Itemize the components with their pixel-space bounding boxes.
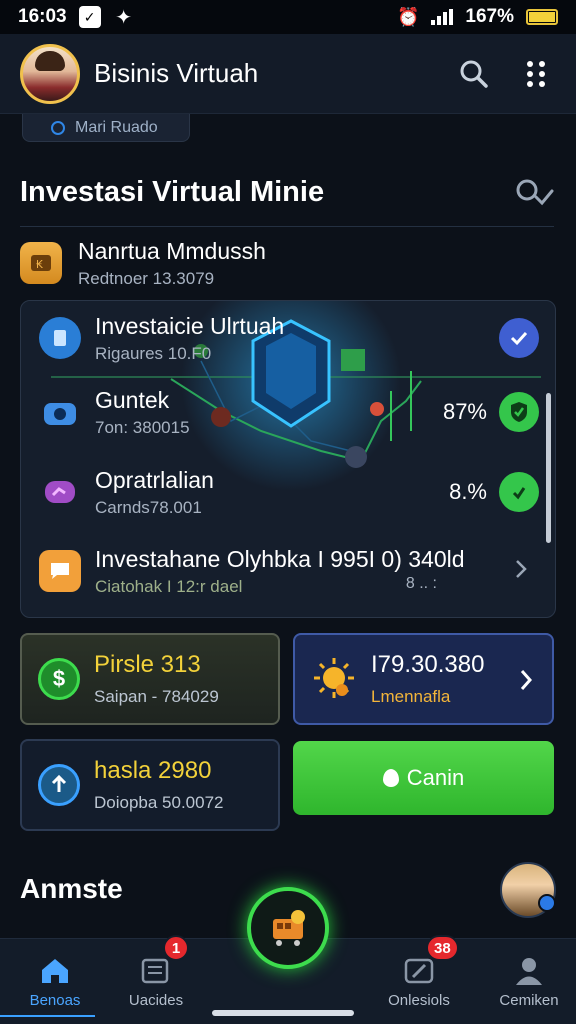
cash-in-button[interactable]: Canin <box>293 741 554 815</box>
card-title: I79.30.380 <box>371 651 485 678</box>
cash-in-label: Canin <box>406 765 465 790</box>
app-title: Bisinis Virtuah <box>94 58 259 88</box>
filter-chip-label: Mari Ruado <box>75 118 158 136</box>
shop-fab-button[interactable] <box>247 887 329 969</box>
list-item-title: Investahane Olyhbka I 995I 0) 340ld <box>95 545 465 572</box>
list-item-title: Investaicie Ulrtuah <box>95 312 285 339</box>
wallet-icon: ₭ <box>20 242 62 284</box>
search-check-icon <box>516 179 554 206</box>
nav-label: Onlesiols <box>388 991 450 1009</box>
search-icon <box>460 60 488 88</box>
card-subtitle: Doiopba 50.0072 <box>94 793 224 812</box>
stat-card-pirsle[interactable]: $ Pirsle 313 Saipan - 784029 <box>20 633 280 725</box>
percentage-value: 8.% <box>449 479 487 504</box>
section-divider <box>20 226 554 227</box>
nav-notifications[interactable]: Onlesiols 38 <box>364 935 474 1024</box>
nav-profile[interactable]: Cemiken <box>474 939 576 1024</box>
svg-text:₭: ₭ <box>36 258 43 271</box>
list-item-title: Guntek <box>95 386 170 413</box>
battery-percent: 167% <box>465 6 514 27</box>
list-item[interactable]: Guntek 7on: 380015 87% <box>21 375 555 449</box>
home-indicator <box>212 1010 354 1016</box>
home-icon <box>42 958 68 983</box>
drop-icon <box>382 769 399 787</box>
camera-icon <box>39 391 81 433</box>
list-item[interactable]: Investaicie Ulrtuah Rigaures 10.F0 <box>21 301 555 375</box>
list-item[interactable]: Opratrlalian Carnds78.001 8.% <box>21 455 555 529</box>
sun-coin-icon <box>311 656 357 702</box>
bottom-heading: Anmste <box>20 873 123 904</box>
card-title: hasla 2980 <box>94 757 212 784</box>
operation-icon <box>39 471 81 513</box>
filter-chip[interactable]: Mari Ruado <box>22 114 190 142</box>
alarm-icon: ⏰ <box>396 6 420 27</box>
card-subtitle: Saipan - 784029 <box>94 687 219 706</box>
card-subtitle: Lmennafla <box>371 687 451 706</box>
chip-icon <box>51 120 65 135</box>
upload-icon <box>38 764 80 806</box>
card-title: Pirsle 313 <box>94 651 201 678</box>
shield-check-icon[interactable] <box>499 392 539 432</box>
chevron-right-icon[interactable] <box>513 557 529 586</box>
list-item-subtitle: Rigaures 10.F0 <box>95 343 212 363</box>
percentage-value: 87% <box>442 399 487 424</box>
notification-badge: 1 <box>163 935 189 961</box>
shop-cart-icon <box>273 910 305 946</box>
list-item[interactable]: Investahane Olyhbka I 995I 0) 340ld Ciat… <box>21 535 555 607</box>
chat-icon <box>39 550 81 592</box>
list-item-subtitle: 7on: 380015 <box>95 417 190 437</box>
scrollbar[interactable] <box>546 393 551 543</box>
user-avatar[interactable] <box>500 862 556 918</box>
nav-label: Cemiken <box>499 991 559 1009</box>
chevron-right-icon <box>518 667 534 698</box>
investment-panel: Investaicie Ulrtuah Rigaures 10.F0 Gunte… <box>20 300 556 618</box>
media-notification-icon: ✦ <box>115 6 132 29</box>
list-item-title: Opratrlalian <box>95 466 214 493</box>
section-search-button[interactable] <box>514 174 554 214</box>
nav-label: Benoas <box>29 991 81 1009</box>
document-icon <box>39 317 81 359</box>
list-item-subtitle: Carnds78.001 <box>95 497 202 517</box>
list-item-trailing: 8 .. : <box>405 575 437 592</box>
notification-badge: 38 <box>426 935 459 961</box>
status-dot <box>538 894 556 912</box>
nav-home[interactable]: Benoas <box>0 939 110 1024</box>
check-circle-icon[interactable] <box>499 472 539 512</box>
signal-icon <box>431 9 454 25</box>
app-notification-icon: ✓ <box>78 6 101 28</box>
profile-avatar[interactable] <box>20 43 80 104</box>
battery-icon <box>526 9 558 25</box>
list-item[interactable]: ₭ Nanrtua Mmdussh Redtnoer 13.3079 <box>20 234 556 292</box>
status-bar: 16:03 ✓ ✦ ⏰ 167% <box>0 0 576 34</box>
nav-activities[interactable]: Uacides 1 <box>101 935 211 1024</box>
nav-label: Uacides <box>128 991 184 1009</box>
list-item-subtitle: Redtnoer 13.3079 <box>78 268 215 288</box>
edit-icon <box>404 958 434 983</box>
refresh-money-icon: $ <box>38 658 80 700</box>
more-vertical-icon <box>527 60 545 87</box>
more-options-button[interactable] <box>516 54 556 94</box>
person-icon <box>516 957 542 985</box>
stat-card-balance[interactable]: I79.30.380 Lmennafla <box>293 633 554 725</box>
section-title: Investasi Virtual Minie <box>20 176 325 208</box>
selected-check-icon[interactable] <box>499 318 539 358</box>
stat-card-hasla[interactable]: hasla 2980 Doiopba 50.0072 <box>20 739 280 831</box>
list-item-title: Nanrtua Mmdussh <box>78 237 266 264</box>
list-icon <box>141 958 169 983</box>
search-button[interactable] <box>454 54 494 94</box>
status-time: 16:03 <box>18 6 67 27</box>
app-header: Bisinis Virtuah <box>0 34 576 114</box>
